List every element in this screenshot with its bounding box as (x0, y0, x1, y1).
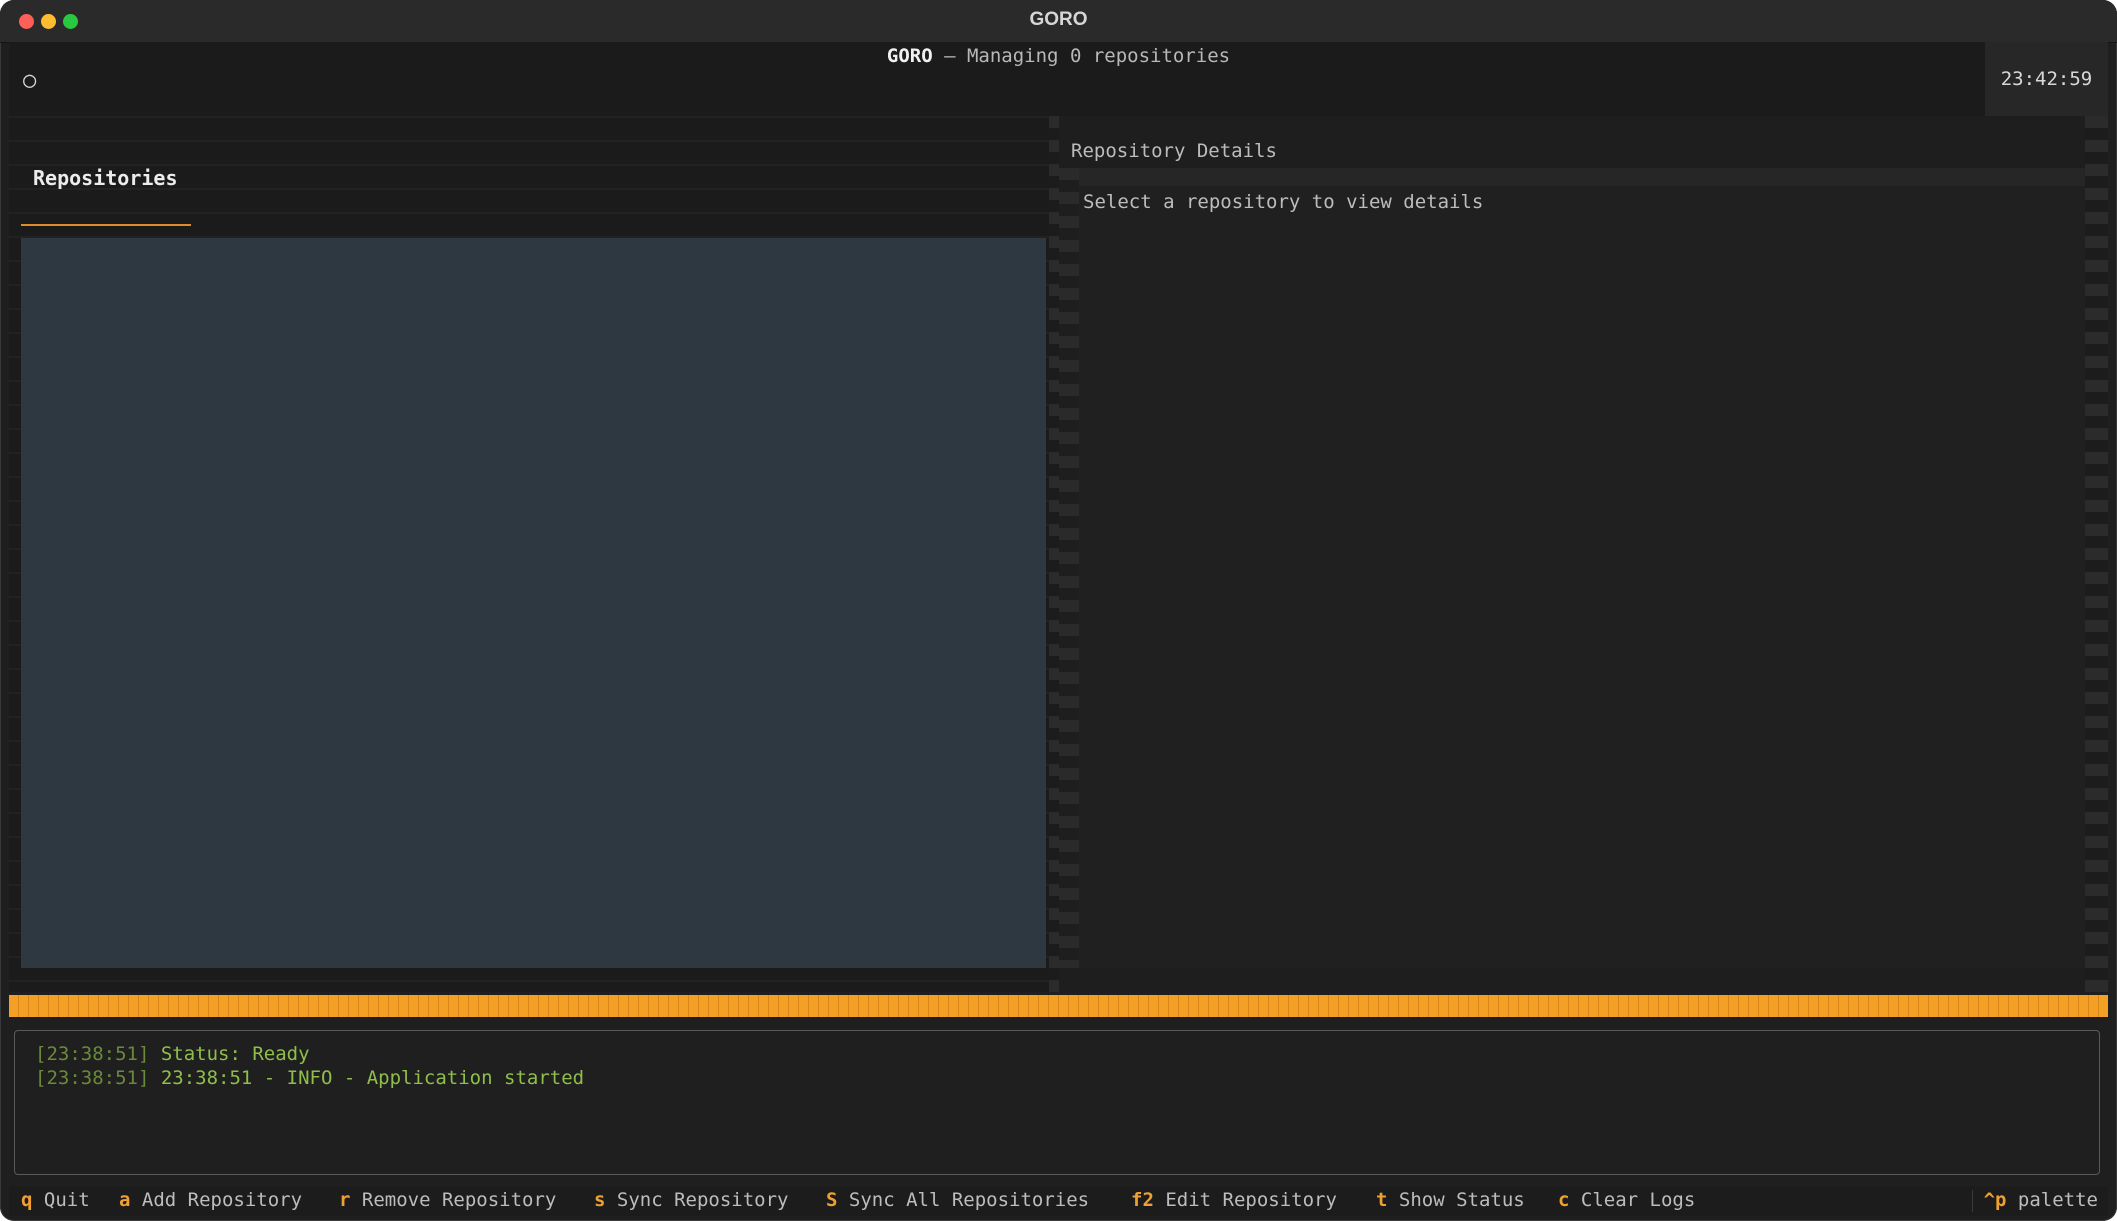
log-timestamp: [23:38:51] (35, 1067, 150, 1089)
window-title: GORO (1029, 9, 1088, 30)
details-content-header (1079, 168, 2085, 186)
header-title: GORO — Managing 0 repositories (9, 42, 2108, 70)
log-timestamp: [23:38:51] (35, 1043, 150, 1065)
circle-icon[interactable]: ○ (23, 68, 36, 93)
app-name: GORO (886, 45, 933, 67)
tab-repositories-label: Repositories (33, 166, 178, 190)
sync-all-repositories-binding[interactable]: S Sync All Repositories (826, 1189, 1089, 1211)
command-palette-binding[interactable]: ^p palette (1984, 1189, 2098, 1211)
log-message: Status: Ready (149, 1043, 310, 1065)
show-status-binding[interactable]: t Show Status (1376, 1189, 1525, 1211)
sync-repository-binding[interactable]: s Sync Repository (594, 1189, 788, 1211)
log-panel-resize-handle[interactable] (9, 995, 2108, 1017)
quit-binding[interactable]: q Quit (21, 1189, 90, 1211)
app-header: ○ GORO — Managing 0 repositories 23:42:5… (9, 42, 2108, 116)
active-tab-underline (21, 224, 191, 226)
tab-repositories[interactable]: Repositories (21, 140, 191, 226)
palette-separator (1972, 1190, 1973, 1212)
footer-keybindings: q Quit a Add Repository r Remove Reposit… (9, 1186, 2108, 1216)
details-placeholder: Select a repository to view details (1083, 191, 1484, 213)
terminal-window: GORO ○ GORO — Managing 0 repositories 23… (0, 0, 2117, 1221)
details-title: Repository Details (1071, 140, 1277, 162)
log-line: [23:38:51] 23:38:51 - INFO - Application… (35, 1067, 584, 1089)
header-clock: 23:42:59 (1985, 42, 2108, 116)
log-message: 23:38:51 - INFO - Application started (149, 1067, 585, 1089)
panel-divider[interactable] (1049, 116, 1059, 992)
edit-repository-binding[interactable]: f2 Edit Repository (1131, 1189, 1337, 1211)
header-subtitle: — Managing 0 repositories (932, 45, 1231, 67)
add-repository-binding[interactable]: a Add Repository (119, 1189, 302, 1211)
remove-repository-binding[interactable]: r Remove Repository (339, 1189, 556, 1211)
details-content (1079, 168, 2085, 968)
repository-list[interactable] (21, 238, 1046, 968)
title-bar: GORO (0, 0, 2117, 43)
log-panel[interactable]: [23:38:51] Status: Ready [23:38:51] 23:3… (14, 1030, 2100, 1175)
log-line: [23:38:51] Status: Ready (35, 1043, 310, 1065)
details-gutter (1059, 168, 1079, 968)
details-scrollbar[interactable] (2085, 116, 2108, 992)
clear-logs-binding[interactable]: c Clear Logs (1558, 1189, 1695, 1211)
